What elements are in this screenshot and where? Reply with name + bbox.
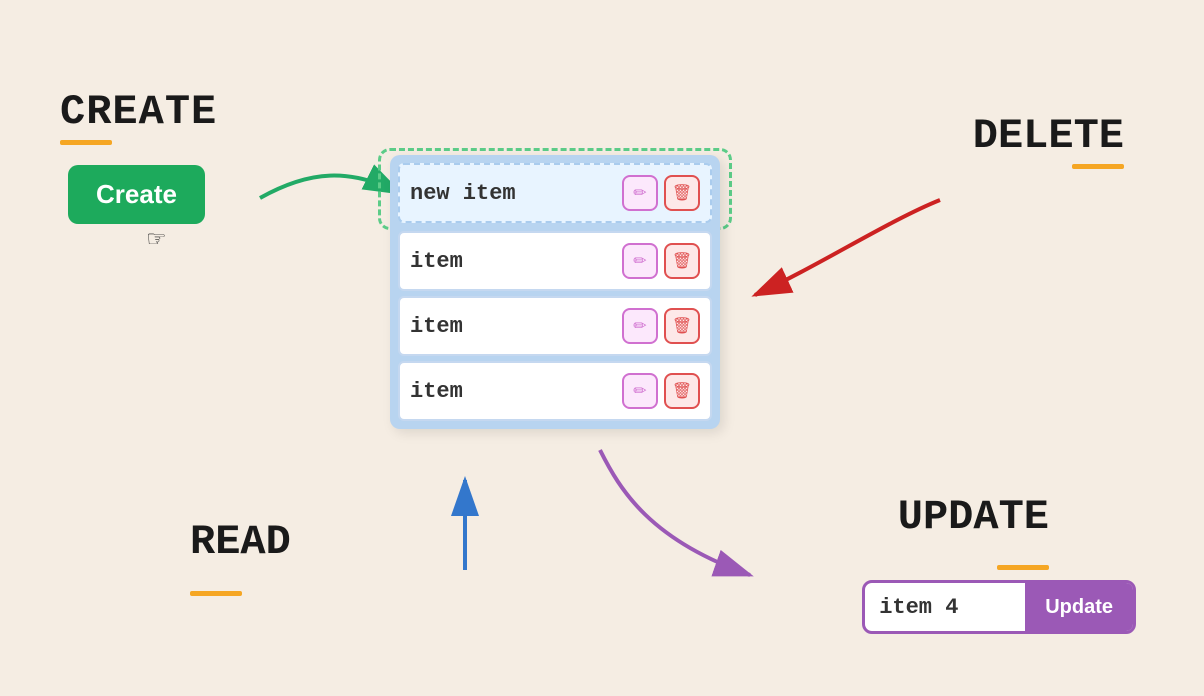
new-item-delete-button[interactable]: 🗑 — [664, 175, 700, 211]
list-item: item ✏ 🗑 — [398, 231, 712, 291]
update-label: UPDATE — [898, 493, 1049, 541]
new-item-edit-button[interactable]: ✏ — [622, 175, 658, 211]
list-item: item ✏ 🗑 — [398, 361, 712, 421]
new-item-row: new item ✏ 🗑 — [398, 163, 712, 223]
read-underline — [190, 591, 242, 596]
item-text-3: item — [410, 379, 622, 404]
cursor-icon: ☞ — [148, 222, 165, 257]
create-button[interactable]: Create — [68, 165, 205, 224]
read-label: READ — [190, 518, 291, 566]
delete-label: DELETE — [973, 112, 1124, 160]
create-label: CREATE — [60, 88, 217, 136]
create-underline — [60, 140, 112, 145]
update-submit-button[interactable]: Update — [1025, 583, 1133, 631]
update-underline — [997, 565, 1049, 570]
item-delete-button-2[interactable]: 🗑 — [664, 308, 700, 344]
new-item-text: new item — [410, 181, 622, 206]
list-container: new item ✏ 🗑 item ✏ 🗑 item ✏ 🗑 item ✏ 🗑 — [390, 155, 720, 429]
update-form: Update — [862, 580, 1136, 634]
item-actions-3: ✏ 🗑 — [622, 373, 700, 409]
item-text-2: item — [410, 314, 622, 339]
list-item: item ✏ 🗑 — [398, 296, 712, 356]
item-text-1: item — [410, 249, 622, 274]
item-edit-button-2[interactable]: ✏ — [622, 308, 658, 344]
item-edit-button-3[interactable]: ✏ — [622, 373, 658, 409]
delete-underline — [1072, 164, 1124, 169]
item-delete-button-3[interactable]: 🗑 — [664, 373, 700, 409]
item-actions-2: ✏ 🗑 — [622, 308, 700, 344]
item-edit-button-1[interactable]: ✏ — [622, 243, 658, 279]
item-actions-1: ✏ 🗑 — [622, 243, 700, 279]
new-item-actions: ✏ 🗑 — [622, 175, 700, 211]
item-delete-button-1[interactable]: 🗑 — [664, 243, 700, 279]
update-input[interactable] — [865, 595, 1025, 620]
